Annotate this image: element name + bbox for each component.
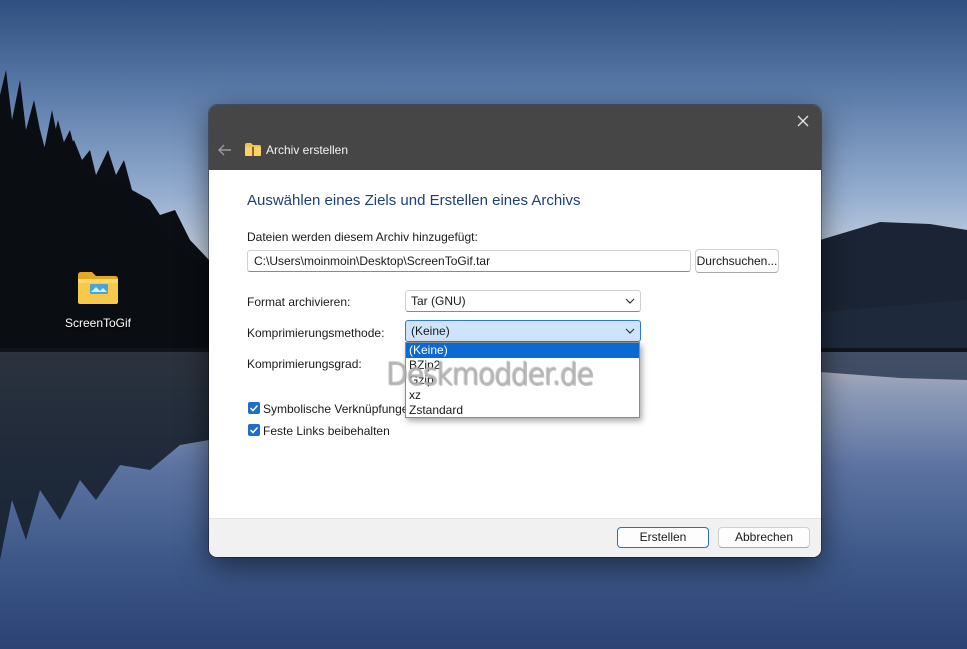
files-label: Dateien werden diesem Archiv hinzugefügt… (247, 230, 478, 244)
dropdown-option-xz[interactable]: xz (406, 388, 639, 403)
level-label: Komprimierungsgrad: (247, 357, 362, 371)
close-button[interactable] (793, 111, 813, 131)
dialog-title: Archiv erstellen (266, 143, 349, 157)
arrow-left-icon (218, 144, 231, 156)
dialog-titlebar: Archiv erstellen (209, 105, 821, 170)
checkmark-icon (249, 404, 259, 412)
close-icon (797, 115, 809, 127)
folder-icon (76, 270, 120, 306)
format-label: Format archivieren: (247, 295, 351, 309)
zip-folder-icon (245, 143, 261, 156)
chevron-down-icon (625, 298, 635, 304)
symlinks-checkbox[interactable] (248, 402, 260, 414)
dropdown-option-gzip[interactable]: Gzip (406, 373, 639, 388)
chevron-down-icon (625, 328, 635, 334)
method-select-value: (Keine) (411, 324, 450, 338)
create-button[interactable]: Erstellen (617, 527, 709, 548)
dropdown-option-keine[interactable]: (Keine) (406, 343, 639, 358)
desktop-icon-label: ScreenToGif (64, 316, 132, 330)
hardlinks-label: Feste Links beibehalten (263, 424, 390, 438)
format-select-value: Tar (GNU) (411, 294, 466, 308)
dialog-heading: Auswählen eines Ziels und Erstellen eine… (247, 192, 581, 209)
desktop-icon-screentogif[interactable]: ScreenToGif (58, 270, 138, 330)
hardlinks-checkbox[interactable] (248, 424, 260, 436)
format-select[interactable]: Tar (GNU) (405, 290, 641, 312)
browse-button[interactable]: Durchsuchen... (695, 249, 779, 273)
method-label: Komprimierungsmethode: (247, 326, 385, 340)
create-archive-dialog: Archiv erstellen Auswählen eines Ziels u… (209, 105, 821, 557)
back-button[interactable] (217, 142, 233, 158)
method-dropdown-list: (Keine) BZip2 Gzip xz Zstandard (405, 342, 640, 418)
checkmark-icon (249, 426, 259, 434)
cancel-button[interactable]: Abbrechen (718, 527, 810, 548)
dropdown-option-zstandard[interactable]: Zstandard (406, 403, 639, 418)
dropdown-option-bzip2[interactable]: BZip2 (406, 358, 639, 373)
archive-path-input[interactable]: C:\Users\moinmoin\Desktop\ScreenToGif.ta… (247, 250, 691, 272)
method-select[interactable]: (Keine) (405, 320, 641, 342)
